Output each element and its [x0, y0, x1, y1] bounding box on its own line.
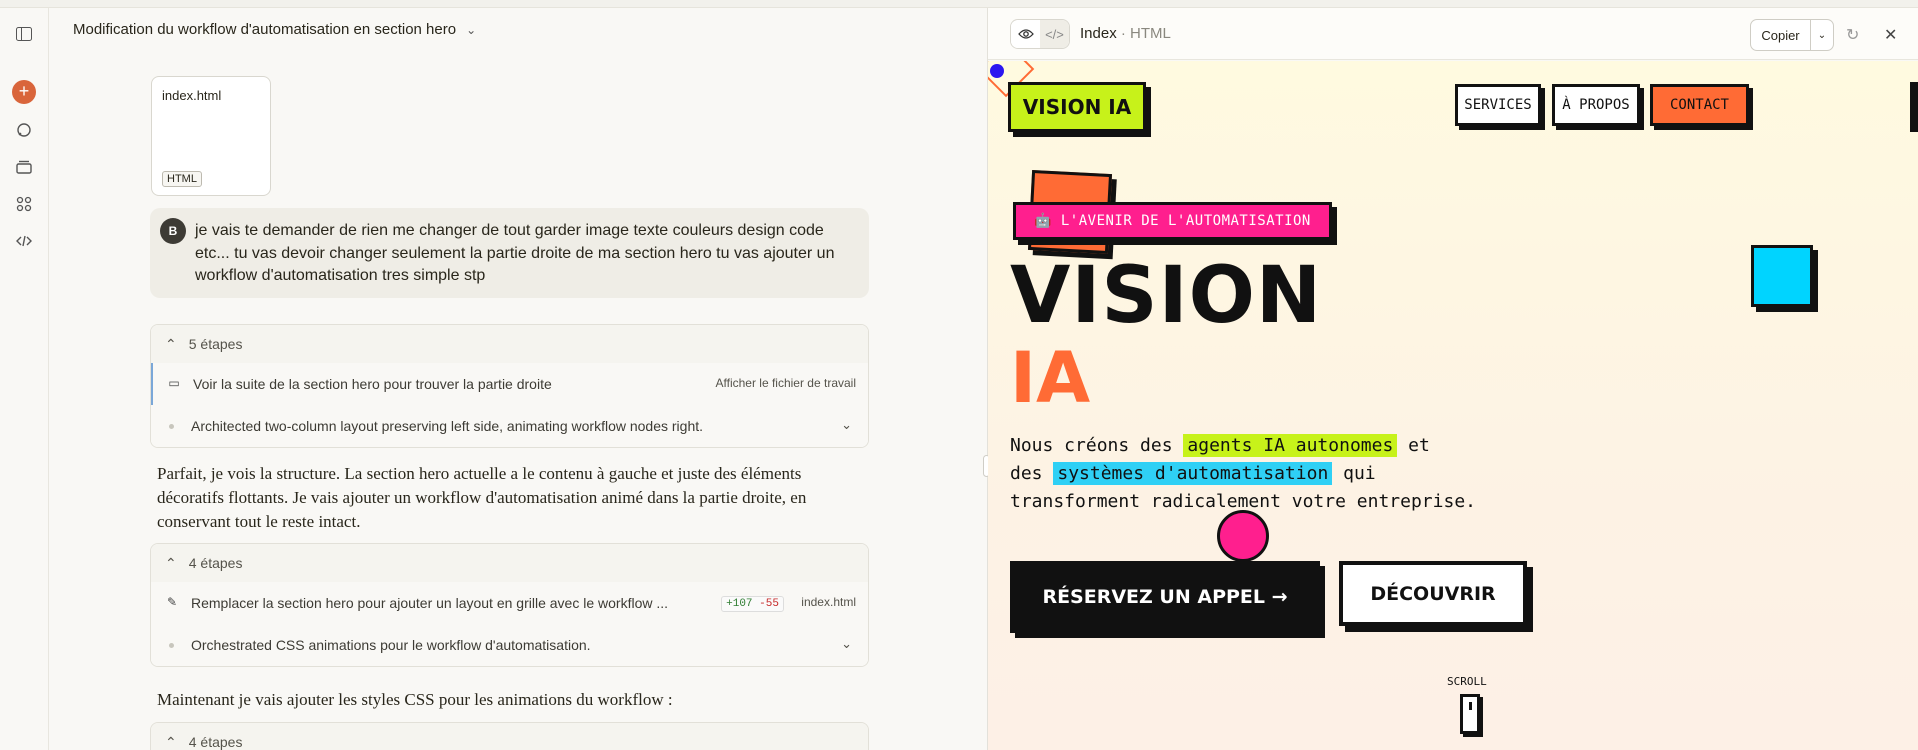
chevron-up-icon: ⌃ — [165, 335, 177, 352]
book-call-button[interactable]: RÉSERVEZ UN APPEL → — [1010, 561, 1320, 633]
chevron-up-icon: ⌃ — [165, 733, 177, 750]
step-text: Orchestrated CSS animations pour le work… — [191, 637, 591, 653]
steps-count: 4 étapes — [188, 734, 243, 750]
step-row[interactable]: Orchestrated CSS animations pour le work… — [151, 624, 868, 666]
hero-headline-line2: IA — [1010, 337, 1091, 419]
chevron-up-icon: ⌃ — [165, 554, 177, 571]
window-top-strip — [0, 0, 1918, 8]
site-logo[interactable]: VISION IA — [1008, 82, 1146, 132]
artifact-header: </> Index · HTML Copier ⌄ ↻ ✕ — [988, 8, 1918, 60]
hero-badge: 🤖 L'AVENIR DE L'AUTOMATISATION — [1013, 202, 1332, 240]
view-working-file-link[interactable]: Afficher le fichier de travail — [715, 376, 856, 390]
app-sidebar-rail: + — [0, 8, 49, 750]
user-avatar: B — [160, 218, 186, 244]
step-text: Voir la suite de la section hero pour tr… — [193, 376, 552, 392]
file-type-tag: HTML — [162, 171, 202, 187]
steps-count: 4 étapes — [188, 555, 243, 571]
step-row[interactable]: ✎ Remplacer la section hero pour ajouter… — [151, 582, 868, 624]
artifact-name: Index — [1080, 25, 1117, 42]
decorative-cyan-square — [1751, 245, 1813, 307]
chevron-down-icon: ⌄ — [466, 22, 477, 37]
artifact-panel: </> Index · HTML Copier ⌄ ↻ ✕ VISION IA … — [988, 8, 1918, 750]
highlight-systems: systèmes d'automatisation — [1053, 462, 1333, 485]
decorative-bar — [1910, 82, 1918, 132]
highlight-agents: agents IA autonomes — [1183, 434, 1398, 457]
step-row[interactable]: ▭ Voir la suite de la section hero pour … — [151, 363, 868, 405]
chevron-down-icon[interactable]: ⌄ — [841, 636, 852, 652]
steps-panel-1: ⌃ 5 étapes ▭ Voir la suite de la section… — [150, 324, 869, 448]
attached-file-card[interactable]: index.html HTML — [151, 76, 271, 196]
nav-about[interactable]: À PROPOS — [1552, 84, 1640, 126]
steps-header[interactable]: ⌃ 5 étapes — [151, 325, 868, 363]
plus-icon: + — [12, 80, 36, 104]
chat-panel: Modification du workflow d'automatisatio… — [49, 8, 987, 750]
copy-button[interactable]: Copier — [1751, 20, 1811, 50]
steps-count: 5 étapes — [188, 336, 243, 352]
artifact-type: · HTML — [1120, 25, 1171, 42]
file-name: index.html — [162, 88, 222, 103]
code-view-icon[interactable]: </> — [1040, 20, 1069, 48]
artifact-title: Index · HTML — [1080, 25, 1171, 42]
copy-button-group: Copier ⌄ — [1750, 19, 1834, 51]
chevron-down-icon[interactable]: ⌄ — [841, 417, 852, 433]
chats-icon[interactable] — [12, 118, 36, 142]
user-message-text: je vais te demander de rien me changer d… — [195, 222, 835, 284]
nav-services[interactable]: SERVICES — [1455, 84, 1541, 126]
sidebar-toggle-icon[interactable] — [12, 22, 36, 46]
new-chat-button[interactable]: + — [12, 80, 36, 104]
code-icon[interactable] — [12, 229, 36, 253]
view-toggle[interactable]: </> — [1010, 19, 1070, 49]
cursor-dot — [990, 64, 1004, 78]
decorative-pink-circle — [1217, 510, 1269, 562]
discover-button[interactable]: DÉCOUVRIR — [1339, 561, 1527, 626]
artifacts-icon[interactable] — [12, 192, 36, 216]
steps-panel-3: ⌃ 4 étapes — [150, 722, 869, 750]
conversation-title-text: Modification du workflow d'automatisatio… — [73, 21, 457, 38]
step-row[interactable]: Architected two-column layout preserving… — [151, 405, 868, 447]
pencil-icon: ✎ — [166, 595, 178, 609]
close-icon[interactable]: ✕ — [1884, 25, 1897, 45]
file-icon: ▭ — [168, 376, 180, 390]
chevron-down-icon[interactable]: ⌄ — [1811, 20, 1833, 50]
website-preview: VISION IA SERVICES À PROPOS CONTACT 🤖 L'… — [988, 61, 1918, 750]
scroll-indicator-icon[interactable] — [1460, 694, 1480, 734]
step-text: Remplacer la section hero pour ajouter u… — [191, 595, 669, 611]
step-dot — [169, 424, 174, 429]
step-file-name[interactable]: index.html — [801, 595, 856, 609]
steps-panel-2: ⌃ 4 étapes ✎ Remplacer la section hero p… — [150, 543, 869, 667]
assistant-message-1: Parfait, je vois la structure. La sectio… — [157, 464, 807, 531]
assistant-message-2: Maintenant je vais ajouter les styles CS… — [157, 690, 673, 709]
steps-header[interactable]: ⌃ 4 étapes — [151, 544, 868, 582]
step-text: Architected two-column layout preserving… — [191, 418, 704, 434]
conversation-title[interactable]: Modification du workflow d'automatisatio… — [73, 21, 476, 38]
hero-paragraph: Nous créons des agents IA autonomes et d… — [1010, 434, 1476, 512]
steps-header[interactable]: ⌃ 4 étapes — [151, 723, 868, 750]
user-message: B je vais te demander de rien me changer… — [150, 208, 869, 298]
diff-stat: +107 -55 — [721, 596, 784, 612]
nav-contact[interactable]: CONTACT — [1650, 84, 1749, 126]
hero-headline-line1: VISION — [1010, 251, 1323, 341]
step-dot — [169, 643, 174, 648]
eye-icon[interactable] — [1011, 20, 1040, 48]
projects-icon[interactable] — [12, 155, 36, 179]
scroll-label: SCROLL — [1447, 675, 1487, 688]
refresh-icon[interactable]: ↻ — [1846, 25, 1859, 45]
